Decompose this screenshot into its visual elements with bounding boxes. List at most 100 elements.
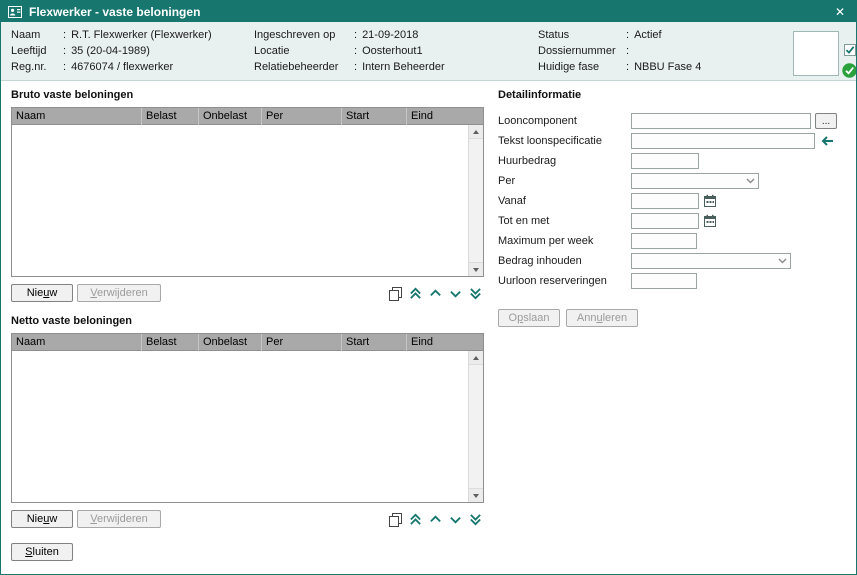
header-col-registration: Ingeschreven op : 21-09-2018 Locatie : O… bbox=[254, 27, 445, 75]
relatiebeheerder-value: Intern Beheerder bbox=[362, 59, 445, 75]
header-checkbox[interactable] bbox=[844, 44, 856, 56]
column-header-belast: Belast bbox=[142, 108, 199, 125]
netto-verwijderen-button[interactable]: Verwijderen bbox=[77, 510, 161, 528]
header-col-status: Status : Actief Dossiernummer : Huidige … bbox=[538, 27, 701, 75]
separator: : bbox=[626, 43, 629, 59]
scroll-down-button[interactable] bbox=[469, 488, 483, 502]
info-row: Ingeschreven op : 21-09-2018 bbox=[254, 27, 445, 43]
label-post: slaan bbox=[523, 312, 549, 324]
header-col-person: Naam : R.T. Flexwerker (Flexwerker) Leef… bbox=[11, 27, 212, 75]
move-top-icon[interactable] bbox=[407, 285, 424, 302]
dialog-flexwerker-vaste-beloningen: Flexwerker - vaste beloningen ✕ Naam : R… bbox=[0, 0, 857, 575]
photo-placeholder bbox=[793, 31, 839, 76]
detail-section-title: Detailinformatie bbox=[498, 89, 581, 101]
tot-en-met-input[interactable] bbox=[631, 213, 699, 229]
info-row: Dossiernummer : bbox=[538, 43, 701, 59]
ingeschreven-value: 21-09-2018 bbox=[362, 27, 418, 43]
column-header-onbelast: Onbelast bbox=[199, 108, 262, 125]
window-title: Flexwerker - vaste beloningen bbox=[29, 5, 831, 19]
move-top-icon[interactable] bbox=[407, 511, 424, 528]
naam-label: Naam bbox=[11, 27, 61, 43]
label-pre: Nie bbox=[27, 513, 44, 525]
relatiebeheerder-label: Relatiebeheerder bbox=[254, 59, 352, 75]
separator: : bbox=[63, 27, 66, 43]
label-post: w bbox=[49, 513, 57, 525]
column-header-per: Per bbox=[262, 334, 342, 351]
annuleren-button[interactable]: Annuleren bbox=[566, 309, 638, 327]
column-header-eind: Eind bbox=[407, 334, 483, 351]
bruto-table: Naam Belast Onbelast Per Start Eind bbox=[11, 107, 484, 277]
scroll-down-button[interactable] bbox=[469, 262, 483, 276]
bedrag-inhouden-select[interactable] bbox=[631, 253, 791, 269]
netto-order-toolbar bbox=[387, 511, 484, 528]
bruto-verwijderen-button[interactable]: Verwijderen bbox=[77, 284, 161, 302]
netto-vertical-scrollbar[interactable] bbox=[468, 351, 483, 502]
flexwerker-info-header: Naam : R.T. Flexwerker (Flexwerker) Leef… bbox=[1, 22, 856, 81]
per-select[interactable] bbox=[631, 173, 759, 189]
move-up-icon[interactable] bbox=[427, 285, 444, 302]
naam-value: R.T. Flexwerker (Flexwerker) bbox=[71, 27, 212, 43]
bruto-table-body[interactable] bbox=[12, 125, 468, 276]
copy-icon[interactable] bbox=[387, 511, 404, 528]
uurloon-reserveringen-label: Uurloon reserveringen bbox=[498, 273, 607, 289]
status-value: Actief bbox=[634, 27, 662, 43]
uurloon-reserveringen-input[interactable] bbox=[631, 273, 697, 289]
label-post: erwijderen bbox=[97, 513, 148, 525]
chevron-down-icon bbox=[746, 178, 755, 184]
info-row: Reg.nr. : 4676074 / flexwerker bbox=[11, 59, 212, 75]
bruto-section-title: Bruto vaste beloningen bbox=[11, 89, 133, 101]
label-pre: Nie bbox=[27, 287, 44, 299]
maximum-per-week-label: Maximum per week bbox=[498, 233, 593, 249]
label-post: erwijderen bbox=[97, 287, 148, 299]
app-icon bbox=[8, 6, 22, 18]
maximum-per-week-input[interactable] bbox=[631, 233, 697, 249]
vanaf-input[interactable] bbox=[631, 193, 699, 209]
label-key: V bbox=[90, 513, 97, 525]
ingeschreven-label: Ingeschreven op bbox=[254, 27, 352, 43]
scroll-up-icon bbox=[473, 356, 479, 360]
leeftijd-label: Leeftijd bbox=[11, 43, 61, 59]
bruto-nieuw-button[interactable]: Nieuw bbox=[11, 284, 73, 302]
huurbedrag-input[interactable] bbox=[631, 153, 699, 169]
scroll-up-button[interactable] bbox=[469, 125, 483, 139]
locatie-value: Oosterhout1 bbox=[362, 43, 423, 59]
status-label: Status bbox=[538, 27, 624, 43]
column-header-naam: Naam bbox=[12, 108, 142, 125]
regnr-label: Reg.nr. bbox=[11, 59, 61, 75]
separator: : bbox=[63, 59, 66, 75]
tekst-loonspecificatie-input[interactable] bbox=[631, 133, 815, 149]
separator: : bbox=[354, 59, 357, 75]
netto-table-header-row: Naam Belast Onbelast Per Start Eind bbox=[12, 334, 483, 351]
per-label: Per bbox=[498, 173, 515, 189]
label-post: luiten bbox=[33, 546, 59, 558]
calendar-icon[interactable] bbox=[703, 214, 717, 228]
bruto-vertical-scrollbar[interactable] bbox=[468, 125, 483, 276]
scroll-down-icon bbox=[473, 494, 479, 498]
sluiten-button[interactable]: Sluiten bbox=[11, 543, 73, 561]
calendar-icon[interactable] bbox=[703, 194, 717, 208]
bedrag-inhouden-label: Bedrag inhouden bbox=[498, 253, 582, 269]
netto-table-body[interactable] bbox=[12, 351, 468, 502]
move-bottom-icon[interactable] bbox=[467, 511, 484, 528]
opslaan-button[interactable]: Opslaan bbox=[498, 309, 560, 327]
close-icon[interactable]: ✕ bbox=[831, 4, 849, 20]
column-header-belast: Belast bbox=[142, 334, 199, 351]
move-down-icon[interactable] bbox=[447, 511, 464, 528]
bruto-order-toolbar bbox=[387, 285, 484, 302]
move-bottom-icon[interactable] bbox=[467, 285, 484, 302]
move-down-icon[interactable] bbox=[447, 285, 464, 302]
scroll-up-button[interactable] bbox=[469, 351, 483, 365]
info-row: Leeftijd : 35 (20-04-1989) bbox=[11, 43, 212, 59]
looncomponent-input[interactable] bbox=[631, 113, 811, 129]
title-bar: Flexwerker - vaste beloningen ✕ bbox=[1, 1, 856, 22]
tekst-loonspecificatie-label: Tekst loonspecificatie bbox=[498, 133, 602, 149]
looncomponent-browse-button[interactable]: ... bbox=[815, 113, 837, 129]
huurbedrag-label: Huurbedrag bbox=[498, 153, 556, 169]
insert-left-arrow-icon[interactable] bbox=[819, 135, 834, 147]
move-up-icon[interactable] bbox=[427, 511, 444, 528]
status-ok-icon bbox=[842, 63, 857, 78]
netto-nieuw-button[interactable]: Nieuw bbox=[11, 510, 73, 528]
info-row: Huidige fase : NBBU Fase 4 bbox=[538, 59, 701, 75]
copy-icon[interactable] bbox=[387, 285, 404, 302]
netto-table: Naam Belast Onbelast Per Start Eind bbox=[11, 333, 484, 503]
